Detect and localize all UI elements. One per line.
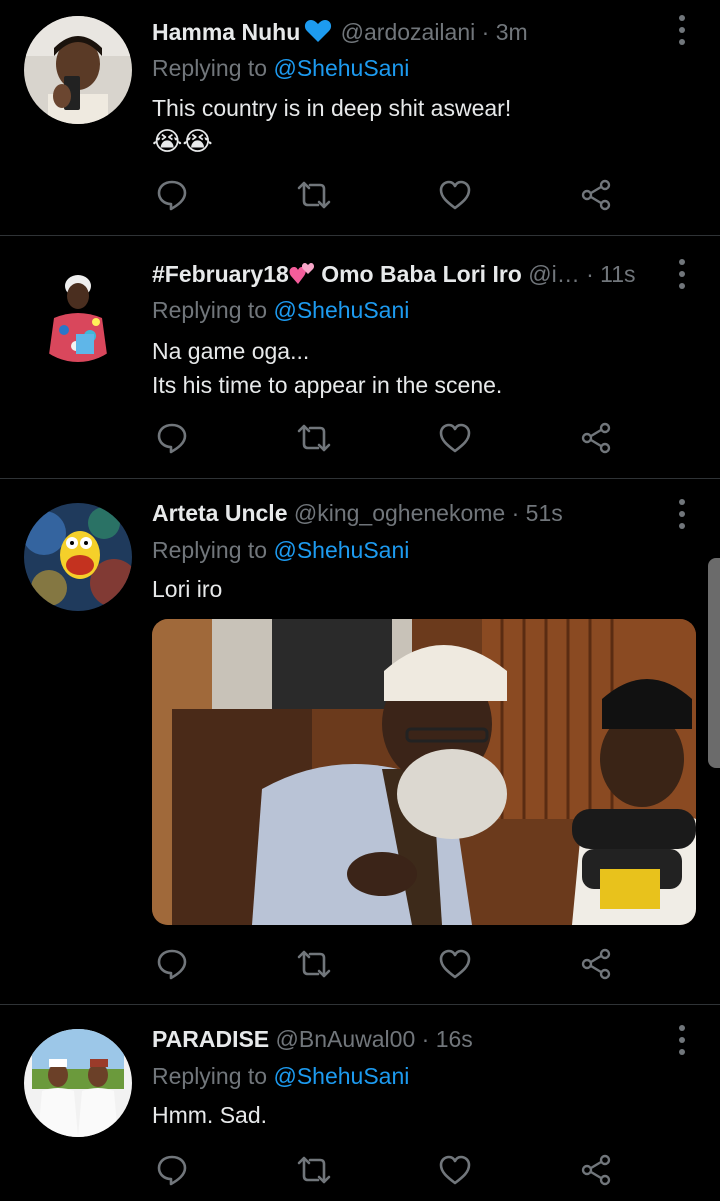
- more-options-icon[interactable]: [676, 15, 688, 45]
- user-handle[interactable]: @i…: [528, 261, 579, 287]
- timestamp[interactable]: 3m: [496, 19, 528, 45]
- reply-icon[interactable]: [152, 1150, 192, 1190]
- avatar[interactable]: [24, 254, 132, 362]
- like-icon[interactable]: [435, 175, 475, 215]
- share-icon[interactable]: [576, 175, 616, 215]
- display-name[interactable]: #February18: [152, 261, 289, 287]
- tweet[interactable]: #February18 Omo Baba Lori Iro @i… · 11s …: [0, 236, 720, 479]
- reply-icon[interactable]: [152, 418, 192, 458]
- separator-dot: ·: [586, 261, 594, 287]
- tweet-text: Hmm. Sad.: [152, 1102, 268, 1128]
- more-options-icon[interactable]: [676, 259, 688, 289]
- replying-to: Replying to @ShehuSani: [152, 534, 409, 566]
- tweet-text: Lori iro: [152, 576, 223, 602]
- tweet[interactable]: Arteta Uncle @king_oghenekome · 51s Repl…: [0, 479, 720, 1005]
- timestamp[interactable]: 16s: [436, 1026, 473, 1052]
- scrollbar-thumb[interactable]: [708, 558, 720, 768]
- avatar[interactable]: [24, 1029, 132, 1137]
- separator-dot: ·: [421, 1026, 430, 1052]
- mention-link[interactable]: @ShehuSani: [273, 297, 409, 323]
- crying-emoji: 😭😭: [152, 126, 213, 156]
- retweet-icon[interactable]: [294, 418, 334, 458]
- replying-to-label: Replying to: [152, 1063, 274, 1089]
- mention-link[interactable]: @ShehuSani: [273, 537, 409, 563]
- replying-to-label: Replying to: [152, 537, 274, 563]
- timestamp[interactable]: 11s: [600, 261, 635, 287]
- replying-to: Replying to @ShehuSani: [152, 52, 409, 84]
- avatar[interactable]: [24, 16, 132, 124]
- like-icon[interactable]: [435, 418, 475, 458]
- retweet-icon[interactable]: [294, 944, 334, 984]
- more-options-icon[interactable]: [676, 499, 688, 529]
- share-icon[interactable]: [576, 1150, 616, 1190]
- display-name-suffix[interactable]: Omo Baba Lori Iro: [321, 261, 522, 287]
- blue-heart-icon: [304, 19, 332, 48]
- tweet[interactable]: PARADISE @BnAuwal00 · 16s Replying to @S…: [0, 1005, 720, 1201]
- share-icon[interactable]: [576, 418, 616, 458]
- heart-emoji-icon: [289, 262, 315, 290]
- reply-icon[interactable]: [152, 944, 192, 984]
- avatar[interactable]: [24, 503, 132, 611]
- tweet-text: Na game oga... Its his time to appear in…: [152, 338, 503, 398]
- mention-link[interactable]: @ShehuSani: [273, 1063, 409, 1089]
- display-name[interactable]: Arteta Uncle: [152, 500, 287, 526]
- retweet-icon[interactable]: [294, 1150, 334, 1190]
- replying-to-label: Replying to: [152, 297, 274, 323]
- more-options-icon[interactable]: [676, 1025, 688, 1055]
- timestamp[interactable]: 51s: [526, 500, 563, 526]
- user-handle[interactable]: @ardozailani: [341, 19, 476, 45]
- replying-to: Replying to @ShehuSani: [152, 294, 409, 326]
- mention-link[interactable]: @ShehuSani: [273, 55, 409, 81]
- separator-dot: ·: [481, 19, 490, 45]
- reply-icon[interactable]: [152, 175, 192, 215]
- retweet-icon[interactable]: [294, 175, 334, 215]
- separator-dot: ·: [511, 500, 520, 526]
- tweet[interactable]: Hamma Nuhu @ardozailani · 3m Replying to…: [0, 0, 720, 236]
- tweet-text: This country is in deep shit aswear!: [152, 95, 512, 121]
- display-name[interactable]: PARADISE: [152, 1026, 269, 1052]
- user-handle[interactable]: @king_oghenekome: [294, 500, 505, 526]
- like-icon[interactable]: [435, 1150, 475, 1190]
- like-icon[interactable]: [435, 944, 475, 984]
- display-name[interactable]: Hamma Nuhu: [152, 19, 300, 45]
- user-handle[interactable]: @BnAuwal00: [276, 1026, 416, 1052]
- tweet-photo[interactable]: [152, 619, 696, 925]
- replying-to-label: Replying to: [152, 55, 274, 81]
- replying-to: Replying to @ShehuSani: [152, 1060, 409, 1092]
- share-icon[interactable]: [576, 944, 616, 984]
